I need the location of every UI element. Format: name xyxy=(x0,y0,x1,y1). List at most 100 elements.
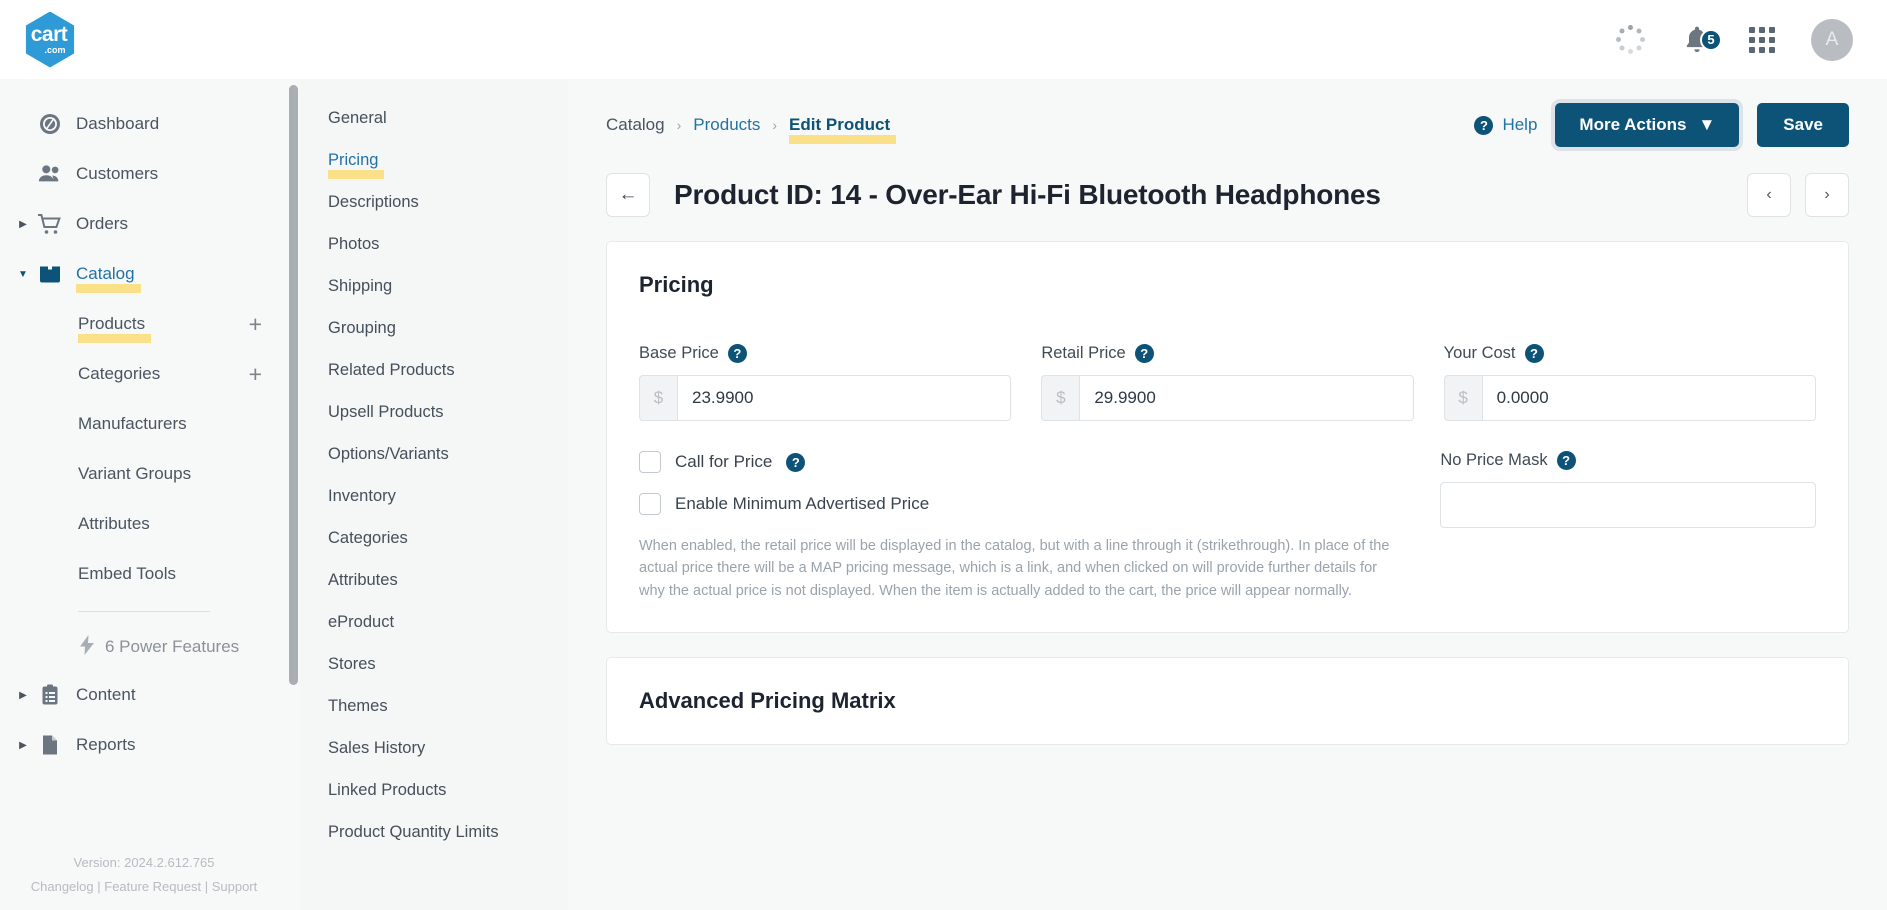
subnav-item-linked-products[interactable]: Linked Products xyxy=(300,769,568,811)
breadcrumb-products[interactable]: Products xyxy=(693,115,760,135)
your-cost-input[interactable] xyxy=(1481,375,1816,421)
subnav-item-stores[interactable]: Stores xyxy=(300,643,568,685)
help-label: Help xyxy=(1502,115,1538,134)
main-content: Catalog › Products › Edit Product ? Help… xyxy=(568,79,1887,910)
subnav-item-shipping[interactable]: Shipping xyxy=(300,265,568,307)
enable-map-checkbox[interactable] xyxy=(639,493,661,515)
breadcrumb: Catalog › Products › Edit Product xyxy=(606,115,897,144)
sidebar-scrollbar-thumb[interactable] xyxy=(289,85,298,685)
body: Dashboard Customers ▶ Orders ▼ Catalog P… xyxy=(0,79,1887,910)
your-cost-label: Your Cost xyxy=(1443,344,1516,362)
sidebar-item-embed-tools[interactable]: Embed Tools xyxy=(0,549,288,599)
add-product-icon[interactable]: + xyxy=(249,312,262,336)
bell-icon[interactable]: 5 xyxy=(1681,24,1722,56)
subnav-item-eproduct[interactable]: eProduct xyxy=(300,601,568,643)
previous-product-button[interactable]: ‹ xyxy=(1747,173,1791,217)
breadcrumb-separator: › xyxy=(676,117,682,133)
changelog-link[interactable]: Changelog xyxy=(31,879,94,894)
retail-price-input-group: $ xyxy=(1041,375,1414,421)
price-fields-row: Base Price ? $ Retail Price ? xyxy=(639,344,1816,421)
lightning-bolt-icon xyxy=(78,634,96,660)
chevron-right-icon[interactable]: ▶ xyxy=(14,740,32,751)
subnav-item-general[interactable]: General xyxy=(300,97,568,139)
enable-map-row[interactable]: Enable Minimum Advertised Price xyxy=(639,493,1390,515)
subnav-item-pricing[interactable]: Pricing xyxy=(300,139,568,181)
breadcrumb-separator: › xyxy=(772,117,778,133)
sidebar-scrollbar[interactable] xyxy=(288,79,300,910)
sidebar-item-catalog[interactable]: ▼ Catalog xyxy=(0,249,288,299)
sidebar-item-attributes[interactable]: Attributes xyxy=(0,499,288,549)
apps-grid-icon[interactable] xyxy=(1749,26,1775,53)
subnav-item-related-products[interactable]: Related Products xyxy=(300,349,568,391)
support-link[interactable]: Support xyxy=(212,879,258,894)
help-icon[interactable]: ? xyxy=(1556,451,1576,470)
help-button[interactable]: ? Help xyxy=(1474,115,1537,135)
subnav-label: Grouping xyxy=(328,318,396,337)
logo-text: cart .com xyxy=(22,12,78,68)
help-icon[interactable]: ? xyxy=(727,344,747,363)
subnav-item-photos[interactable]: Photos xyxy=(300,223,568,265)
sidebar-item-variant-groups[interactable]: Variant Groups xyxy=(0,449,288,499)
chevron-down-icon: ▼ xyxy=(1698,115,1716,134)
call-for-price-checkbox[interactable] xyxy=(639,451,661,473)
subnav-item-descriptions[interactable]: Descriptions xyxy=(300,181,568,223)
content-clipboard-icon xyxy=(32,683,68,707)
chevron-right-icon[interactable]: ▶ xyxy=(14,219,32,230)
subnav-item-categories[interactable]: Categories xyxy=(300,517,568,559)
currency-symbol: $ xyxy=(1041,375,1080,421)
sidebar-item-products[interactable]: Products + xyxy=(0,299,288,349)
subnav-label: Shipping xyxy=(328,276,393,295)
subnav-label: Upsell Products xyxy=(328,402,444,421)
breadcrumb-catalog[interactable]: Catalog xyxy=(606,115,665,135)
cart-logo[interactable]: cart .com xyxy=(22,11,78,68)
app-root: cart .com 5 A Dashboard Customers ▶ Orde… xyxy=(0,0,1887,910)
sidebar-item-categories[interactable]: Categories + xyxy=(0,349,288,399)
sidebar-item-power-features[interactable]: 6 Power Features xyxy=(0,624,288,670)
help-icon[interactable]: ? xyxy=(786,452,806,472)
no-price-mask-input[interactable] xyxy=(1440,482,1816,528)
content-header: Catalog › Products › Edit Product ? Help… xyxy=(568,79,1887,147)
subnav-item-upsell-products[interactable]: Upsell Products xyxy=(300,391,568,433)
subnav-item-inventory[interactable]: Inventory xyxy=(300,475,568,517)
pricing-options-row: Call for Price ? Enable Minimum Advertis… xyxy=(639,451,1816,602)
help-icon[interactable]: ? xyxy=(1134,344,1154,363)
save-button[interactable]: Save xyxy=(1757,103,1849,147)
subnav-item-options-variants[interactable]: Options/Variants xyxy=(300,433,568,475)
subnav-label: Attributes xyxy=(328,570,398,589)
sidebar-item-manufacturers[interactable]: Manufacturers xyxy=(0,399,288,449)
version-text: Version: 2024.2.612.765 xyxy=(73,854,215,870)
top-bar-icons: 5 A xyxy=(1615,18,1853,61)
subnav-item-themes[interactable]: Themes xyxy=(300,685,568,727)
avatar[interactable]: A xyxy=(1811,18,1853,61)
help-icon[interactable]: ? xyxy=(1524,344,1544,363)
retail-price-label: Retail Price xyxy=(1041,344,1126,362)
subnav-item-sales-history[interactable]: Sales History xyxy=(300,727,568,769)
chevron-right-icon[interactable]: ▶ xyxy=(14,690,32,701)
more-actions-button[interactable]: More Actions ▼ xyxy=(1555,103,1740,147)
sidebar-item-label: Orders xyxy=(76,214,128,233)
sidebar-item-label: Catalog xyxy=(76,264,141,293)
sidebar-item-content[interactable]: ▶ Content xyxy=(0,670,288,720)
currency-symbol: $ xyxy=(639,375,677,421)
footer-links: Changelog | Feature Request | Support xyxy=(0,875,288,900)
retail-price-input[interactable] xyxy=(1079,375,1414,421)
chevron-down-icon[interactable]: ▼ xyxy=(14,269,32,280)
subnav-label: Stores xyxy=(328,654,376,673)
more-actions-label: More Actions xyxy=(1579,115,1687,134)
sidebar-item-customers[interactable]: Customers xyxy=(0,149,288,199)
base-price-input[interactable] xyxy=(677,375,1012,421)
next-product-button[interactable]: › xyxy=(1805,173,1849,217)
feature-request-link[interactable]: Feature Request xyxy=(104,879,201,894)
subnav-item-product-quantity-limits[interactable]: Product Quantity Limits xyxy=(300,811,568,853)
subnav-item-grouping[interactable]: Grouping xyxy=(300,307,568,349)
subnav-label: Photos xyxy=(328,234,380,253)
back-button[interactable]: ← xyxy=(606,173,650,217)
sidebar-item-dashboard[interactable]: Dashboard xyxy=(0,99,288,149)
sidebar-item-reports[interactable]: ▶ Reports xyxy=(0,720,288,770)
add-category-icon[interactable]: + xyxy=(249,362,262,386)
catalog-box-icon xyxy=(32,262,68,286)
subnav-item-attributes[interactable]: Attributes xyxy=(300,559,568,601)
sidebar-item-orders[interactable]: ▶ Orders xyxy=(0,199,288,249)
sidebar-subitem-label: Attributes xyxy=(78,514,150,533)
call-for-price-row[interactable]: Call for Price ? xyxy=(639,451,1390,473)
